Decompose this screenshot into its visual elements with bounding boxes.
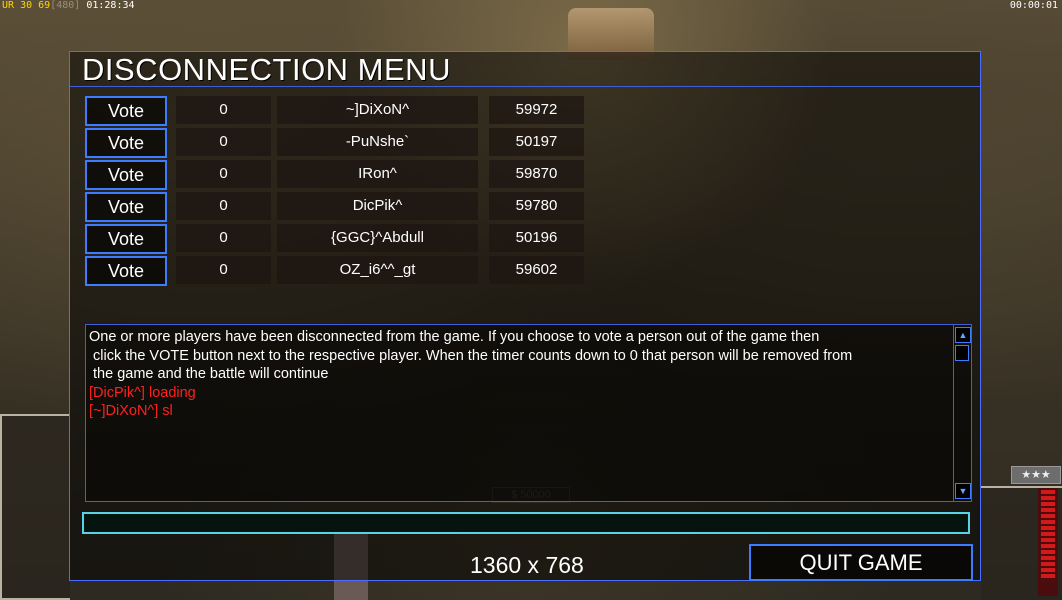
- vote-count: 0: [176, 96, 271, 124]
- hud-clock: 01:28:34: [86, 0, 135, 11]
- vote-button[interactable]: Vote: [85, 192, 167, 222]
- hud-stats: UR 30 69[480] 01:28:34: [2, 0, 135, 11]
- alert-line: [~]DiXoN^] sl: [89, 403, 173, 419]
- player-ping: 59602: [489, 256, 584, 284]
- message-log: One or more players have been disconnect…: [85, 324, 972, 502]
- vote-button[interactable]: Vote: [85, 224, 167, 254]
- message-line: One or more players have been disconnect…: [89, 329, 820, 345]
- title-divider: [70, 86, 980, 87]
- message-line: the game and the battle will continue: [89, 366, 329, 382]
- player-ping: 59870: [489, 160, 584, 188]
- player-ping: 59780: [489, 192, 584, 220]
- vote-button[interactable]: Vote: [85, 256, 167, 286]
- message-line: click the VOTE button next to the respec…: [89, 347, 853, 364]
- player-ping: 50196: [489, 224, 584, 252]
- player-name: OZ_i6^^_gt: [277, 256, 478, 284]
- vote-count: 0: [176, 160, 271, 188]
- player-name: ~]DiXoN^: [277, 96, 478, 124]
- player-ping: 59972: [489, 96, 584, 124]
- chat-input[interactable]: [82, 512, 970, 534]
- scroll-thumb[interactable]: [955, 345, 969, 361]
- hud-bracket: [480]: [50, 0, 81, 11]
- player-name: DicPik^: [277, 192, 478, 220]
- disconnection-menu: DISCONNECTION MENU Vote 0 ~]DiXoN^ 59972…: [69, 51, 981, 581]
- quit-game-button[interactable]: QUIT GAME: [749, 544, 973, 581]
- player-name: -PuNshe`: [277, 128, 478, 156]
- vote-count: 0: [176, 192, 271, 220]
- player-name: {GGC}^Abdull: [277, 224, 478, 252]
- scroll-down-icon[interactable]: ▼: [955, 483, 971, 499]
- resolution-label: 1360 x 768: [470, 552, 584, 578]
- hud-fps: 30: [20, 0, 33, 11]
- hud-fps-secondary: 69: [38, 0, 51, 11]
- background-left-panel: [0, 414, 70, 600]
- alert-line: [DicPik^] loading: [89, 384, 196, 401]
- player-name: IRon^: [277, 160, 478, 188]
- vote-button[interactable]: Vote: [85, 160, 167, 190]
- player-ping: 50197: [489, 128, 584, 156]
- vote-count: 0: [176, 224, 271, 252]
- message-scrollbar[interactable]: ▲ ▼: [953, 325, 971, 501]
- scroll-up-icon[interactable]: ▲: [955, 327, 971, 343]
- rank-stars-icon: ★★★: [1011, 466, 1061, 484]
- vote-count: 0: [176, 128, 271, 156]
- vote-button[interactable]: Vote: [85, 128, 167, 158]
- vote-button[interactable]: Vote: [85, 96, 167, 126]
- hud-ur-label: UR: [2, 0, 15, 11]
- power-bar: [1038, 488, 1058, 596]
- menu-title: DISCONNECTION MENU: [82, 52, 451, 87]
- message-text: One or more players have been disconnect…: [89, 328, 954, 421]
- vote-count: 0: [176, 256, 271, 284]
- hud-timer: 00:00:01: [1009, 0, 1058, 11]
